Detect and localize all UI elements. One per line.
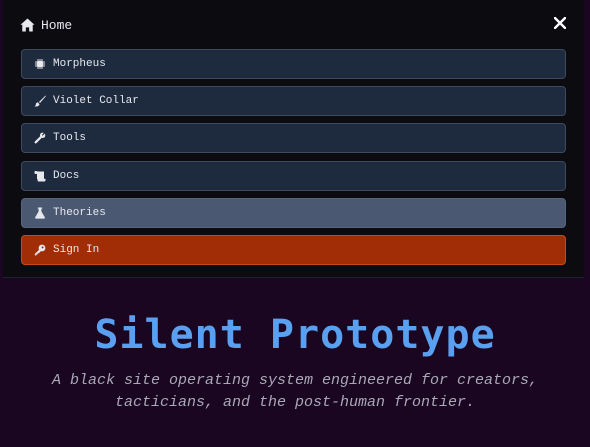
nav-items: Morpheus Violet Collar Tools Docs Theori…: [21, 49, 566, 272]
nav-item-morpheus[interactable]: Morpheus: [21, 49, 566, 79]
nav-item-label: Docs: [53, 169, 80, 182]
scroll-icon: [34, 170, 46, 182]
nav-item-label: Morpheus: [53, 58, 106, 70]
nav-item-label: Theories: [53, 206, 106, 219]
nav-item-docs[interactable]: Docs: [21, 160, 566, 191]
home-label: Home: [41, 17, 73, 33]
brush-icon: [34, 95, 46, 107]
menu-topbar: Home: [3, 0, 584, 48]
home-icon: [20, 18, 35, 32]
key-icon: [34, 244, 46, 256]
hero-subtitle: A black site operating system engineered…: [51, 372, 539, 411]
wrench-icon: [34, 132, 46, 144]
sign-in-button[interactable]: Sign In: [21, 234, 566, 265]
close-icon: [554, 17, 566, 29]
flask-icon: [34, 207, 46, 219]
nav-item-label: Sign In: [53, 243, 100, 256]
nav-item-label: Tools: [53, 132, 87, 145]
nav-item-theories[interactable]: Theories: [21, 197, 566, 228]
hero-title: Silent Prototype: [94, 312, 496, 358]
close-button[interactable]: [551, 14, 569, 32]
nav-item-label: Violet Collar: [53, 95, 139, 108]
chip-icon: [34, 58, 46, 70]
nav-item-tools[interactable]: Tools: [21, 123, 566, 154]
nav-item-violet-collar[interactable]: Violet Collar: [21, 86, 566, 117]
nav-menu-panel: Home Morpheus Violet Collar Tools Docs T…: [3, 0, 584, 278]
home-link[interactable]: Home: [20, 15, 72, 35]
